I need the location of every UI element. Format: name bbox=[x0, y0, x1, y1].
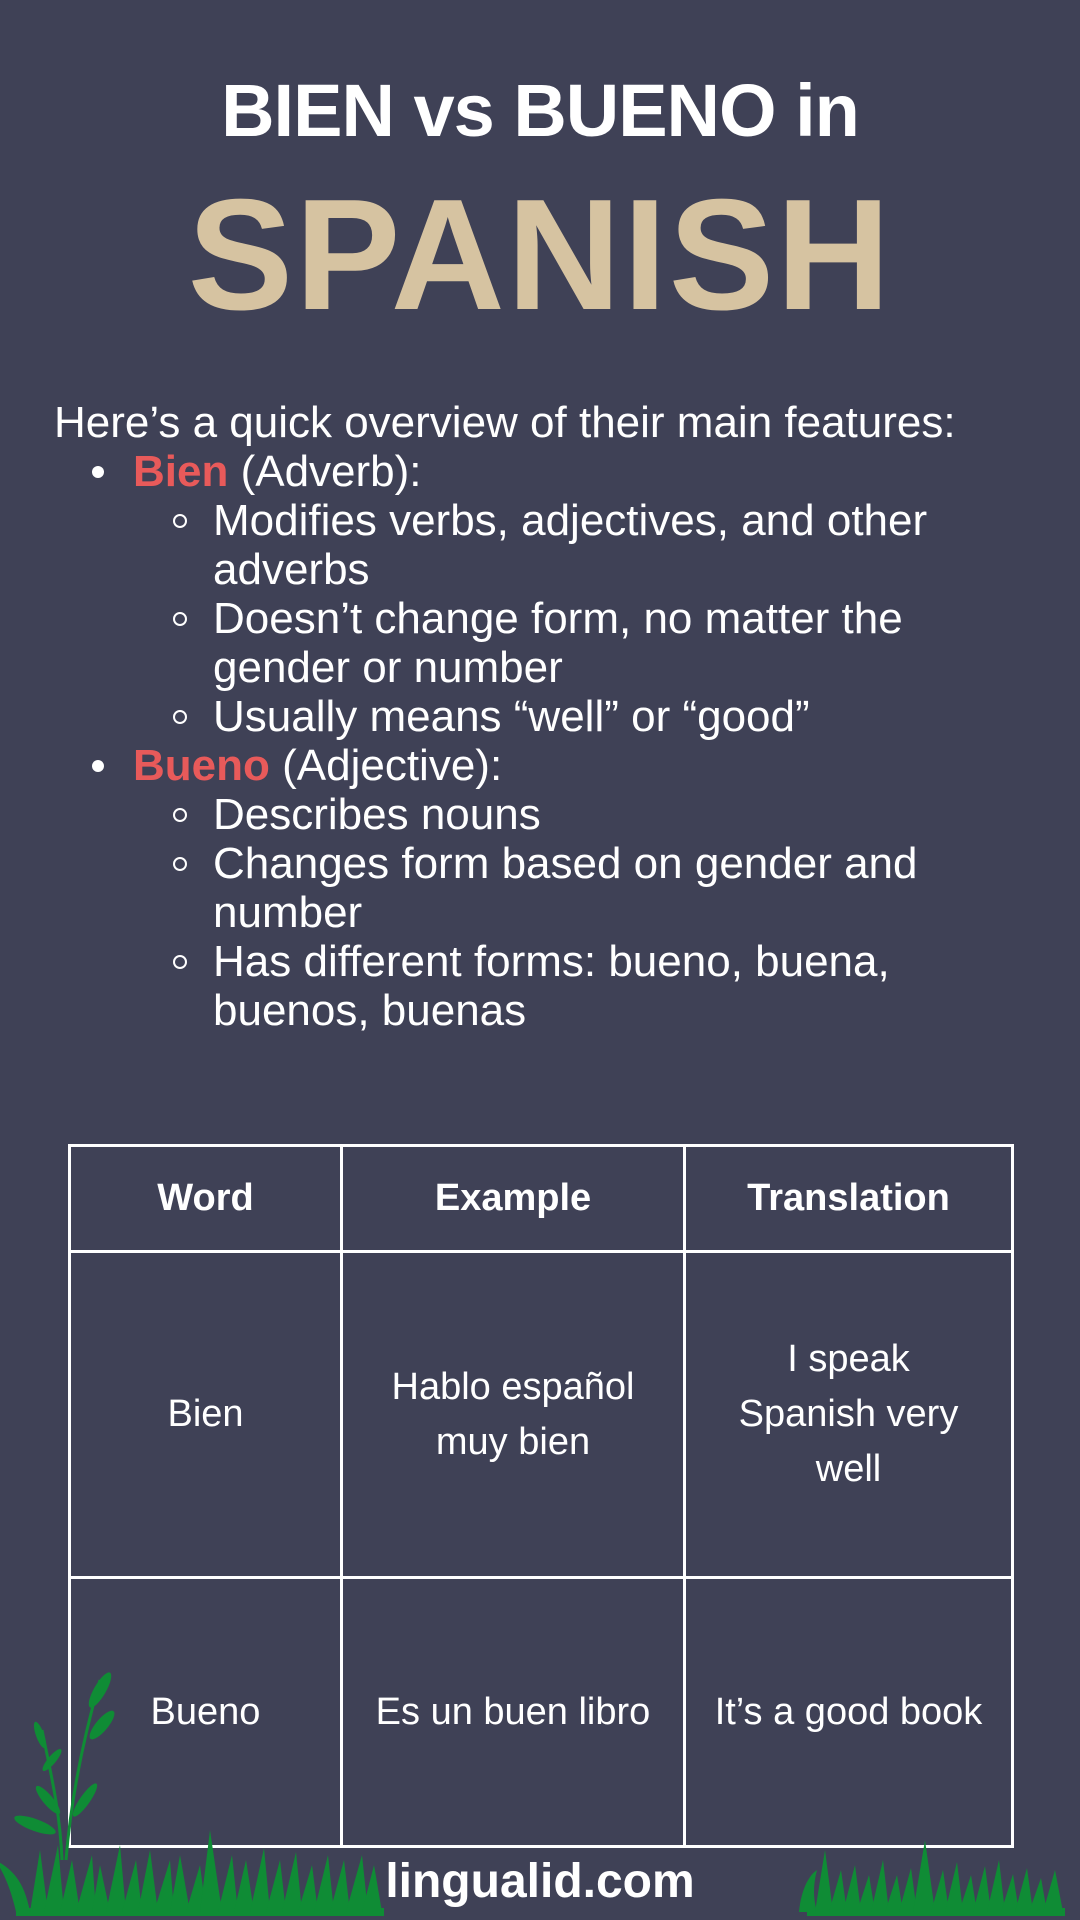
cell-word: Bien bbox=[68, 1250, 343, 1579]
feature-item-bueno: Bueno (Adjective): Describes nouns Chang… bbox=[54, 741, 1044, 1035]
circle-bullet-icon bbox=[173, 857, 187, 871]
feature-point: Describes nouns bbox=[133, 790, 1044, 839]
feature-point-text: Usually means “well” or “good” bbox=[213, 692, 810, 741]
table-header-row: Word Example Translation bbox=[68, 1144, 1014, 1253]
feature-keyword: Bueno bbox=[133, 741, 270, 790]
feature-list: Bien (Adverb): Modifies verbs, adjective… bbox=[54, 447, 1044, 1035]
feature-point: Changes form based on gender and number bbox=[133, 839, 1044, 937]
cell-example: Hablo español muy bien bbox=[340, 1250, 686, 1579]
feature-point-text: Doesn’t change form, no matter the gende… bbox=[213, 594, 903, 692]
feature-item-bien: Bien (Adverb): Modifies verbs, adjective… bbox=[54, 447, 1044, 741]
column-header-example: Example bbox=[340, 1144, 686, 1253]
column-header-translation: Translation bbox=[683, 1144, 1014, 1253]
site-url: lingualid.com bbox=[385, 1855, 695, 1908]
overview-section: Here’s a quick overview of their main fe… bbox=[54, 398, 1044, 1035]
page-subtitle: SPANISH bbox=[187, 167, 893, 343]
circle-bullet-icon bbox=[173, 955, 187, 969]
table-row: Bien Hablo español muy bien I speak Span… bbox=[68, 1250, 1014, 1579]
feature-point: Has different forms: bueno, buena, bueno… bbox=[133, 937, 1044, 1035]
feature-point-text: Describes nouns bbox=[213, 790, 541, 839]
feature-type: (Adverb): bbox=[228, 447, 422, 496]
feature-points: Describes nouns Changes form based on ge… bbox=[133, 790, 1044, 1035]
feature-type: (Adjective): bbox=[269, 741, 503, 790]
circle-bullet-icon bbox=[173, 710, 187, 724]
feature-point-text: Has different forms: bueno, buena, bueno… bbox=[213, 937, 890, 1035]
feature-point: Doesn’t change form, no matter the gende… bbox=[133, 594, 1044, 692]
bullet-icon bbox=[92, 760, 104, 772]
feature-point-text: Modifies verbs, adjectives, and other ad… bbox=[213, 496, 928, 594]
column-header-word: Word bbox=[68, 1144, 343, 1253]
feature-keyword: Bien bbox=[133, 447, 229, 496]
cell-translation: It’s a good book bbox=[683, 1576, 1014, 1848]
cell-translation: I speak Spanish very well bbox=[683, 1250, 1014, 1579]
feature-point: Usually means “well” or “good” bbox=[133, 692, 1044, 741]
overview-intro: Here’s a quick overview of their main fe… bbox=[54, 398, 956, 447]
feature-points: Modifies verbs, adjectives, and other ad… bbox=[133, 496, 1044, 741]
feature-point-text: Changes form based on gender and number bbox=[213, 839, 918, 937]
bullet-icon bbox=[92, 466, 104, 478]
circle-bullet-icon bbox=[173, 808, 187, 822]
page-title: BIEN vs BUENO in bbox=[221, 69, 860, 152]
feature-point: Modifies verbs, adjectives, and other ad… bbox=[133, 496, 1044, 594]
circle-bullet-icon bbox=[173, 612, 187, 626]
circle-bullet-icon bbox=[173, 514, 187, 528]
